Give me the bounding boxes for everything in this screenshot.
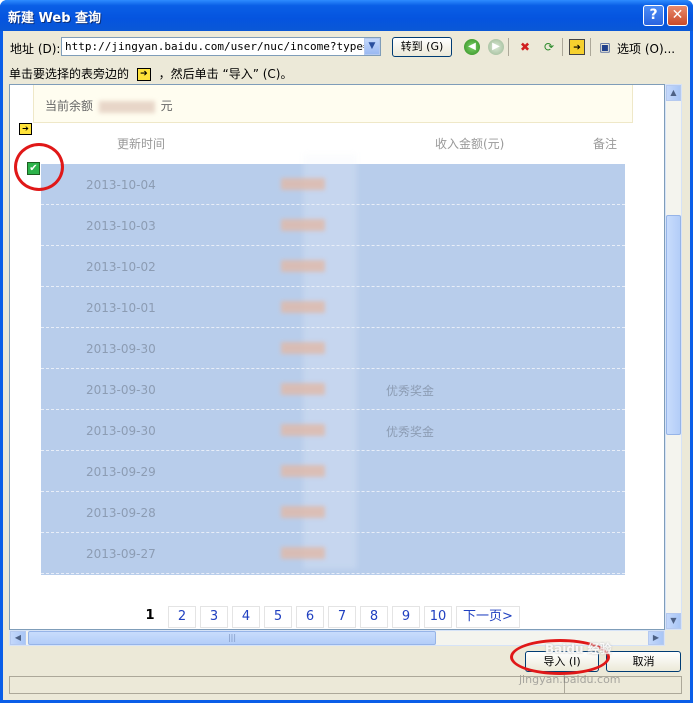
income-table-selected[interactable]: 2013-10-04 2013-10-03 2013-10-02 2013-10-01… (41, 154, 625, 575)
header-update-time: 更新时间 (117, 137, 166, 151)
row-amount-blurred (281, 301, 325, 313)
page-link[interactable]: 5 (264, 606, 292, 628)
row-date: 2013-09-28 (86, 506, 156, 520)
page-link[interactable]: 3 (200, 606, 228, 628)
page-link[interactable]: 10 (424, 606, 452, 628)
watermark-brand: Baidu 经验 (545, 642, 612, 656)
table-row: 2013-10-04 (41, 164, 625, 205)
row-date: 2013-09-30 (86, 424, 156, 438)
row-date: 2013-09-29 (86, 465, 156, 479)
toolbar-separator (508, 38, 509, 56)
page-link[interactable]: 1 (136, 606, 164, 628)
scroll-up-icon[interactable]: ▲ (666, 85, 681, 101)
page-link[interactable]: 4 (232, 606, 260, 628)
table-select-arrow-icon[interactable]: ➔ (19, 123, 32, 135)
goto-button[interactable]: 转到 (G) (392, 37, 452, 57)
row-amount-blurred (281, 342, 325, 354)
row-amount-blurred (281, 506, 325, 518)
vertical-scrollbar[interactable]: ▲ ▼ (665, 84, 682, 630)
balance-line: 当前余额 元 (45, 97, 173, 114)
header-note: 备注 (593, 137, 618, 151)
page-link[interactable]: 6 (296, 606, 324, 628)
row-note: 优秀奖金 (386, 425, 435, 439)
arrow-icon: ➔ (136, 68, 151, 81)
table-row: 2013-09-28 (41, 492, 625, 533)
toolbar-separator (590, 38, 591, 56)
table-row: 2013-09-30 (41, 328, 625, 369)
row-amount-blurred (281, 547, 325, 559)
row-date: 2013-10-03 (86, 219, 156, 233)
table-row: 2013-09-30 优秀奖金 (41, 410, 625, 451)
balance-panel: 当前余额 元 (33, 85, 633, 123)
table-row: 2013-10-03 (41, 205, 625, 246)
toolbar-separator (562, 38, 563, 56)
vertical-scroll-thumb[interactable] (666, 215, 681, 435)
row-amount-blurred (281, 383, 325, 395)
balance-label: 当前余额 (45, 99, 94, 113)
page-link[interactable]: 9 (392, 606, 420, 628)
page-link[interactable]: 8 (360, 606, 388, 628)
pagination: 1 2 3 4 5 6 7 8 9 10 下一页> (10, 606, 664, 629)
row-note: 优秀奖金 (386, 384, 435, 398)
address-input[interactable]: http://jingyan.baidu.com/user/nuc/income… (61, 37, 381, 56)
balance-amount-blurred (98, 100, 155, 113)
scroll-right-icon[interactable]: ▶ (648, 631, 664, 645)
back-icon[interactable]: ◀ (464, 39, 480, 55)
row-amount-blurred (281, 219, 325, 231)
next-page-link[interactable]: 下一页> (456, 606, 520, 628)
row-date: 2013-09-30 (86, 342, 156, 356)
header-income: 收入金额(元) (435, 137, 505, 151)
table-row: 2013-09-29 (41, 451, 625, 492)
row-amount-blurred (281, 465, 325, 477)
row-date: 2013-09-30 (86, 383, 156, 397)
refresh-icon[interactable]: ⟳ (541, 39, 557, 55)
stop-icon[interactable]: ✖ (517, 39, 533, 55)
table-row: 2013-09-27 (41, 533, 625, 574)
forward-icon[interactable]: ▶ (488, 39, 504, 55)
title-bar[interactable]: 新建 Web 查询 ? ✕ (0, 0, 693, 31)
scroll-left-icon[interactable]: ◀ (10, 631, 26, 645)
watermark-url: jingyan.baidu.com (519, 673, 621, 686)
options-button[interactable]: 选项 (O)... (617, 40, 675, 57)
address-label: 地址 (D): (10, 42, 61, 56)
row-date: 2013-10-01 (86, 301, 156, 315)
close-button[interactable]: ✕ (667, 5, 688, 26)
select-tables-icon[interactable]: ➔ (569, 39, 585, 55)
instruction-text: 单击要选择的表旁边的 ➔ ，然后单击 “导入” (C)。 (9, 65, 292, 82)
page-link[interactable]: 2 (168, 606, 196, 628)
scroll-down-icon[interactable]: ▼ (666, 613, 681, 629)
address-dropdown-icon[interactable]: ▼ (364, 38, 380, 55)
hint-suffix: ，然后单击 “导入” (C)。 (158, 67, 293, 81)
help-button[interactable]: ? (643, 5, 664, 26)
save-query-icon[interactable]: ▣ (597, 39, 613, 55)
cancel-button[interactable]: 取消 (606, 651, 681, 672)
table-row: 2013-10-02 (41, 246, 625, 287)
page-link[interactable]: 7 (328, 606, 356, 628)
balance-unit: 元 (160, 99, 173, 113)
row-date: 2013-10-02 (86, 260, 156, 274)
table-row: 2013-09-30 优秀奖金 (41, 369, 625, 410)
table-row: 2013-10-01 (41, 287, 625, 328)
hint-prefix: 单击要选择的表旁边的 (9, 67, 130, 81)
horizontal-scroll-thumb[interactable]: ||| (28, 631, 436, 645)
row-amount-blurred (281, 260, 325, 272)
row-amount-blurred (281, 424, 325, 436)
window-title: 新建 Web 查询 (8, 11, 102, 26)
row-date: 2013-09-27 (86, 547, 156, 561)
row-amount-blurred (281, 178, 325, 190)
highlight-circle-checkbox (14, 143, 64, 191)
address-toolbar: 地址 (D): http://jingyan.baidu.com/user/nu… (3, 33, 690, 61)
web-preview-pane[interactable]: 当前余额 元 ➔ 更新时间 收入金额(元) 备注 2013-10-04 2013-… (9, 84, 665, 630)
row-date: 2013-10-04 (86, 178, 156, 192)
